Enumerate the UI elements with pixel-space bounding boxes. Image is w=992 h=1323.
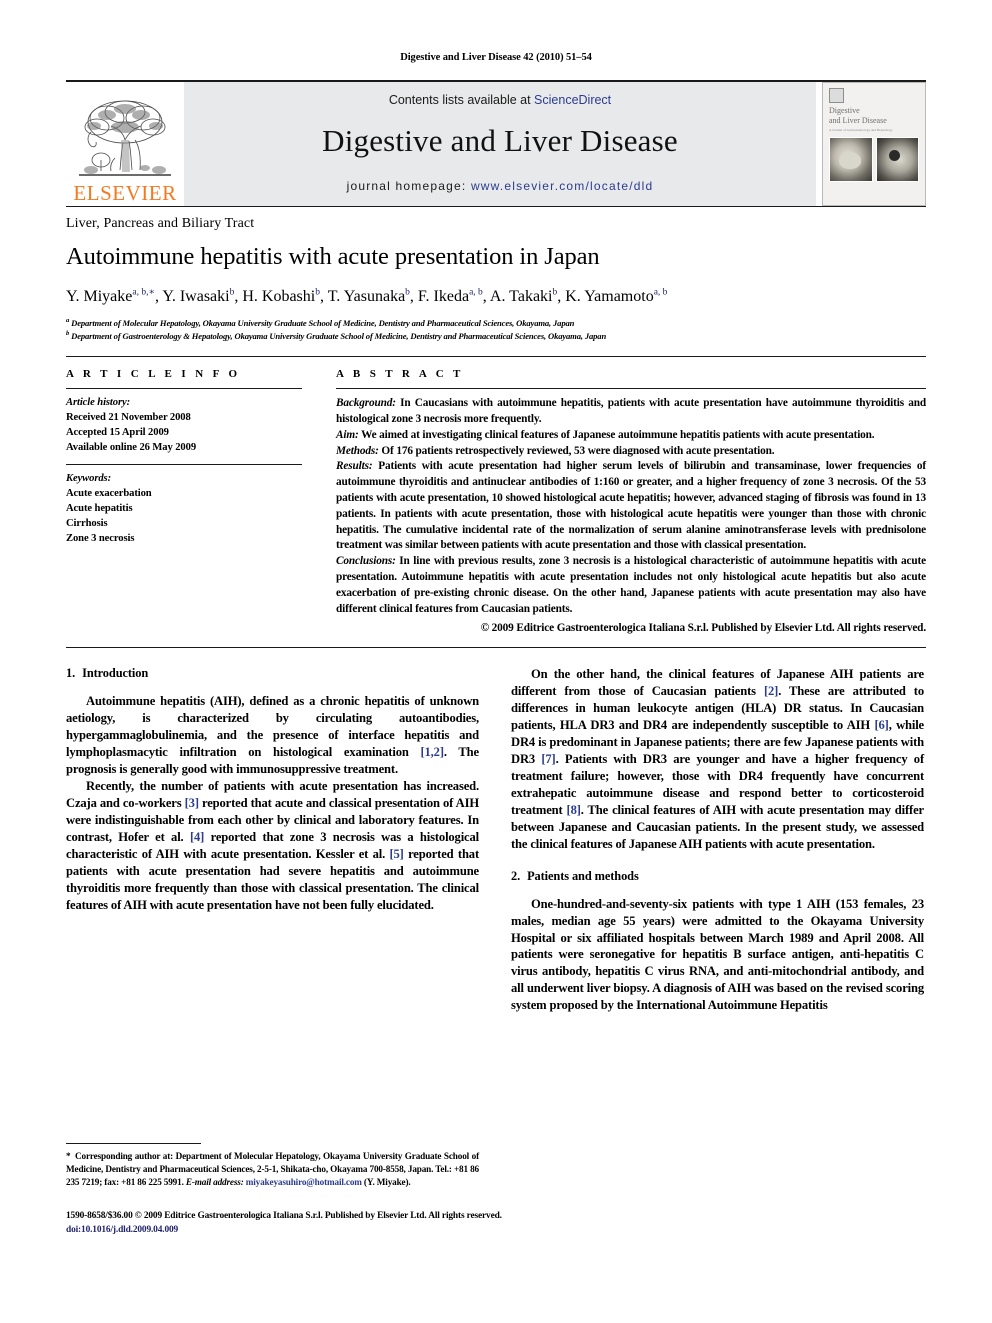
affiliation-b-text: Department of Gastroenterology & Hepatol…: [71, 330, 607, 341]
keyword-item: Acute exacerbation: [66, 488, 152, 500]
abstract-column: A B S T R A C T Background: In Caucasian…: [336, 368, 926, 636]
citation-ref[interactable]: [4]: [190, 830, 204, 844]
citation-ref[interactable]: [7]: [541, 752, 555, 766]
citation-ref[interactable]: [5]: [389, 847, 403, 861]
abstract-conclusions-text: In line with previous results, zone 3 ne…: [336, 555, 926, 615]
intro-paragraph-1: Autoimmune hepatitis (AIH), defined as a…: [66, 693, 479, 778]
footnote-email-label: E-mail address:: [185, 1177, 244, 1188]
keyword-item: Acute hepatitis: [66, 503, 133, 515]
keyword-item: Cirrhosis: [66, 518, 108, 530]
abstract-methods-text: Of 176 patients retrospectively reviewed…: [378, 444, 775, 457]
intro-p1-part-a: Autoimmune hepatitis (AIH), defined as a…: [66, 694, 479, 760]
colophon: 1590-8658/$36.00 © 2009 Editrice Gastroe…: [66, 1209, 936, 1237]
abstract-results-text: Patients with acute presentation had hig…: [336, 460, 926, 552]
sciencedirect-link[interactable]: ScienceDirect: [534, 93, 611, 107]
cover-title-line2: and Liver Disease: [829, 115, 887, 125]
homepage-prefix: journal homepage:: [346, 178, 471, 193]
doi-line[interactable]: doi:10.1016/j.dld.2009.04.009: [66, 1223, 936, 1237]
journal-homepage-line: journal homepage: www.elsevier.com/locat…: [347, 179, 654, 193]
cover-image-pair: [829, 136, 919, 182]
contents-available-line: Contents lists available at ScienceDirec…: [389, 93, 611, 107]
abstract-results: Results: Patients with acute presentatio…: [336, 459, 926, 554]
section-heading-introduction: 1. Introduction: [66, 666, 479, 681]
abstract-body: Background: In Caucasians with autoimmun…: [336, 389, 926, 636]
affiliation-b: b Department of Gastroenterology & Hepat…: [66, 329, 607, 341]
methods-paragraph-1: One-hundred-and-seventy-six patients wit…: [511, 896, 924, 1013]
abstract-background-label: Background:: [336, 397, 396, 410]
article-history-label: Article history:: [66, 397, 131, 409]
abstract-aim: Aim: We aimed at investigating clinical …: [336, 428, 926, 444]
body-column-right: On the other hand, the clinical features…: [511, 666, 924, 1036]
section-title-1: Introduction: [82, 666, 149, 681]
affiliation-a: a Department of Molecular Hepatology, Ok…: [66, 316, 575, 328]
intro-paragraph-2: Recently, the number of patients with ac…: [66, 778, 479, 914]
abstract-methods: Methods: Of 176 patients retrospectively…: [336, 444, 926, 460]
footnote-star-marker: *: [66, 1151, 71, 1161]
article-accepted-date: Accepted 15 April 2009: [66, 427, 169, 439]
cover-ct-scan-image-right: [875, 136, 919, 182]
section-number-1: 1.: [66, 666, 76, 681]
journal-section-label: Liver, Pancreas and Biliary Tract: [66, 215, 255, 231]
journal-masthead: ELSEVIER Contents lists available at Sci…: [66, 79, 926, 206]
citation-ref[interactable]: [8]: [567, 803, 581, 817]
affiliation-a-text: Department of Molecular Hepatology, Okay…: [71, 317, 575, 328]
footnote-rule: [66, 1143, 201, 1144]
journal-homepage-link[interactable]: www.elsevier.com/locate/dld: [471, 179, 653, 193]
author-list: Y. Miyakea, b,∗, Y. Iwasakib, H. Kobashi…: [66, 287, 668, 305]
abstract-heading: A B S T R A C T: [336, 368, 464, 381]
issn-copyright-line: 1590-8658/$36.00 © 2009 Editrice Gastroe…: [66, 1211, 502, 1221]
running-head: Digestive and Liver Disease 42 (2010) 51…: [400, 52, 592, 63]
section-title-2: Patients and methods: [527, 868, 639, 883]
article-online-date: Available online 26 May 2009: [66, 442, 197, 454]
abstract-bottom-rule: [66, 647, 926, 649]
article-info-column: A R T I C L E I N F O Article history: R…: [66, 368, 302, 636]
citation-ref[interactable]: [2]: [764, 684, 778, 698]
citation-ref[interactable]: [6]: [874, 718, 888, 732]
article-received-date: Received 21 November 2008: [66, 412, 191, 424]
cover-title-line1: Digestive: [829, 105, 860, 115]
page-title: Autoimmune hepatitis with acute presenta…: [66, 242, 600, 270]
footnote-email-suffix: (Y. Miyake).: [361, 1177, 411, 1188]
article-header: Liver, Pancreas and Biliary Tract Autoim…: [66, 207, 926, 343]
abstract-background-text: In Caucasians with autoimmune hepatitis,…: [336, 397, 926, 425]
cover-subtitle: A Journal of Gastroenterology and Hepato…: [829, 127, 893, 132]
footnote-email-link[interactable]: miyakeyasuhiro@hotmail.com: [246, 1177, 362, 1187]
keywords-block: Keywords: Acute exacerbation Acute hepat…: [66, 465, 302, 555]
body-column-left: 1. Introduction Autoimmune hepatitis (AIH…: [66, 666, 479, 1036]
abstract-aim-text: We aimed at investigating clinical featu…: [358, 428, 875, 441]
keyword-item: Zone 3 necrosis: [66, 533, 135, 545]
cover-ct-scan-image-left: [829, 136, 873, 182]
abstract-aim-label: Aim:: [336, 428, 359, 441]
abstract-results-label: Results:: [336, 460, 373, 473]
journal-band: Contents lists available at ScienceDirec…: [184, 81, 816, 206]
citation-ref[interactable]: [3]: [185, 796, 199, 810]
article-page: Digestive and Liver Disease 42 (2010) 51…: [0, 0, 992, 1323]
article-info-heading: A R T I C L E I N F O: [66, 368, 241, 381]
journal-cover-thumbnail: Digestive and Liver Disease A Journal of…: [822, 81, 926, 206]
corresponding-author-footnote: * Corresponding author at: Department of…: [66, 1143, 479, 1189]
abstract-conclusions: Conclusions: In line with previous resul…: [336, 554, 926, 617]
section-number-2: 2.: [511, 868, 521, 883]
keywords-label: Keywords:: [66, 473, 112, 485]
footnote-text: * Corresponding author at: Department of…: [66, 1150, 479, 1189]
section-heading-patients-methods: 2. Patients and methods: [511, 869, 924, 884]
abstract-conclusions-label: Conclusions:: [336, 555, 396, 568]
info-abstract-region: A R T I C L E I N F O Article history: R…: [66, 356, 926, 636]
elsevier-logo: ELSEVIER: [66, 82, 184, 206]
elsevier-wordmark: ELSEVIER: [73, 180, 177, 205]
main-body: 1. Introduction Autoimmune hepatitis (AIH…: [66, 666, 926, 1036]
article-history-block: Article history: Received 21 November 20…: [66, 389, 302, 464]
abstract-background: Background: In Caucasians with autoimmun…: [336, 396, 926, 428]
elsevier-tree-icon: [79, 100, 171, 176]
contents-prefix: Contents lists available at: [388, 92, 535, 107]
cover-elsevier-mark-icon: [829, 87, 844, 103]
abstract-methods-label: Methods:: [336, 444, 379, 457]
right-paragraph-1: On the other hand, the clinical features…: [511, 666, 924, 852]
citation-ref[interactable]: [1,2]: [420, 745, 444, 759]
journal-title: Digestive and Liver Disease: [322, 122, 678, 158]
abstract-copyright: © 2009 Editrice Gastroenterologica Itali…: [480, 621, 926, 634]
